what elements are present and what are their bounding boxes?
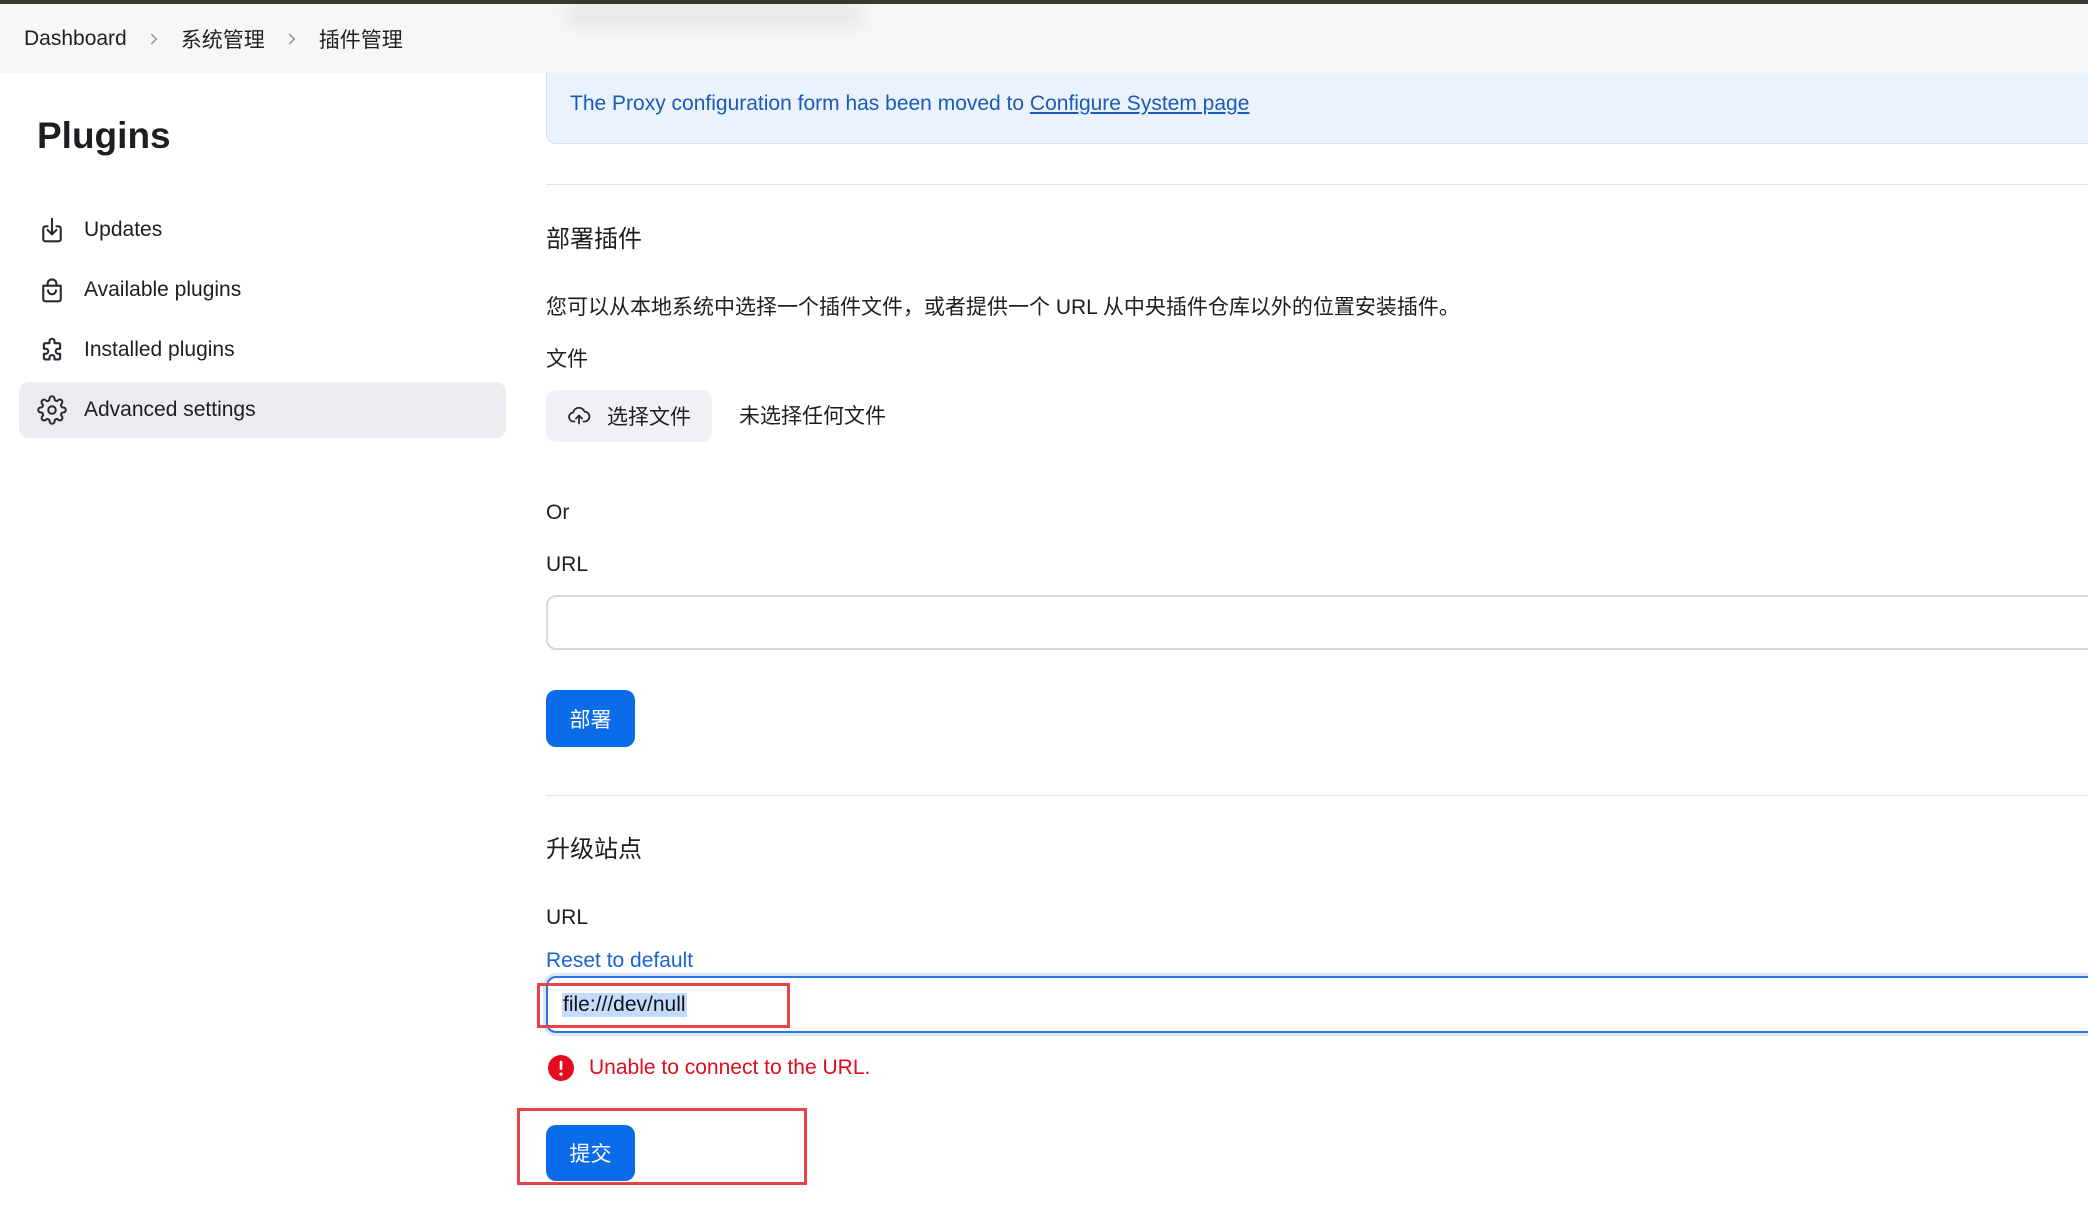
breadcrumb-item-plugin-management[interactable]: 插件管理	[319, 24, 403, 54]
plugin-url-input[interactable]	[546, 595, 2088, 650]
deploy-plugin-heading: 部署插件	[546, 226, 642, 253]
breadcrumb-item-dashboard[interactable]: Dashboard	[24, 27, 127, 51]
sidebar-item-label: Installed plugins	[84, 338, 235, 361]
sidebar-item-available-plugins[interactable]: Available plugins	[19, 262, 506, 318]
sidebar-item-updates[interactable]: Updates	[19, 202, 506, 258]
update-site-url-input[interactable]: file:///dev/null	[546, 976, 2088, 1033]
gear-icon	[37, 395, 67, 425]
chevron-right-icon	[147, 32, 161, 46]
or-label: Or	[546, 501, 570, 524]
puzzle-icon	[37, 335, 67, 365]
choose-file-label: 选择文件	[607, 406, 691, 429]
update-site-url-value: file:///dev/null	[562, 992, 687, 1017]
sidebar-item-label: Updates	[84, 218, 163, 241]
download-icon	[37, 215, 67, 245]
reset-to-default-link[interactable]: Reset to default	[546, 946, 693, 976]
sidebar-item-label: Available plugins	[84, 278, 242, 301]
alert-circle-icon	[548, 1055, 574, 1081]
section-divider	[546, 184, 2088, 185]
file-label: 文件	[546, 348, 588, 371]
notice-text: The Proxy configuration form has been mo…	[570, 92, 1025, 115]
submit-button[interactable]: 提交	[546, 1125, 635, 1181]
choose-file-button[interactable]: 选择文件	[546, 390, 712, 442]
shopping-bag-icon	[37, 275, 67, 305]
top-border-strip	[0, 0, 2088, 4]
deploy-button[interactable]: 部署	[546, 690, 635, 747]
sidebar-item-label: Advanced settings	[84, 398, 256, 421]
breadcrumb-item-system-management[interactable]: 系统管理	[181, 24, 265, 54]
breadcrumb: Dashboard 系统管理 插件管理	[0, 4, 2088, 73]
chevron-right-icon	[285, 32, 299, 46]
plugins-page: Dashboard 系统管理 插件管理 Plugins Updates Avai…	[0, 0, 2088, 1212]
sidebar-item-advanced-settings[interactable]: Advanced settings	[19, 382, 506, 438]
tooltip-shadow	[565, 4, 865, 26]
configure-system-link[interactable]: Configure System page	[1030, 92, 1249, 115]
url-error-message: Unable to connect to the URL.	[589, 1056, 871, 1079]
proxy-moved-notice: The Proxy configuration form has been mo…	[546, 73, 2088, 144]
url-label: URL	[546, 553, 589, 576]
update-site-heading: 升级站点	[546, 836, 642, 863]
page-title: Plugins	[37, 115, 171, 156]
update-site-url-label: URL	[546, 906, 589, 929]
sidebar-item-installed-plugins[interactable]: Installed plugins	[19, 322, 506, 378]
deploy-plugin-description: 您可以从本地系统中选择一个插件文件，或者提供一个 URL 从中央插件仓库以外的位…	[546, 296, 1460, 319]
file-status: 未选择任何文件	[739, 405, 886, 428]
cloud-upload-icon	[567, 404, 591, 428]
section-divider	[546, 795, 2088, 796]
